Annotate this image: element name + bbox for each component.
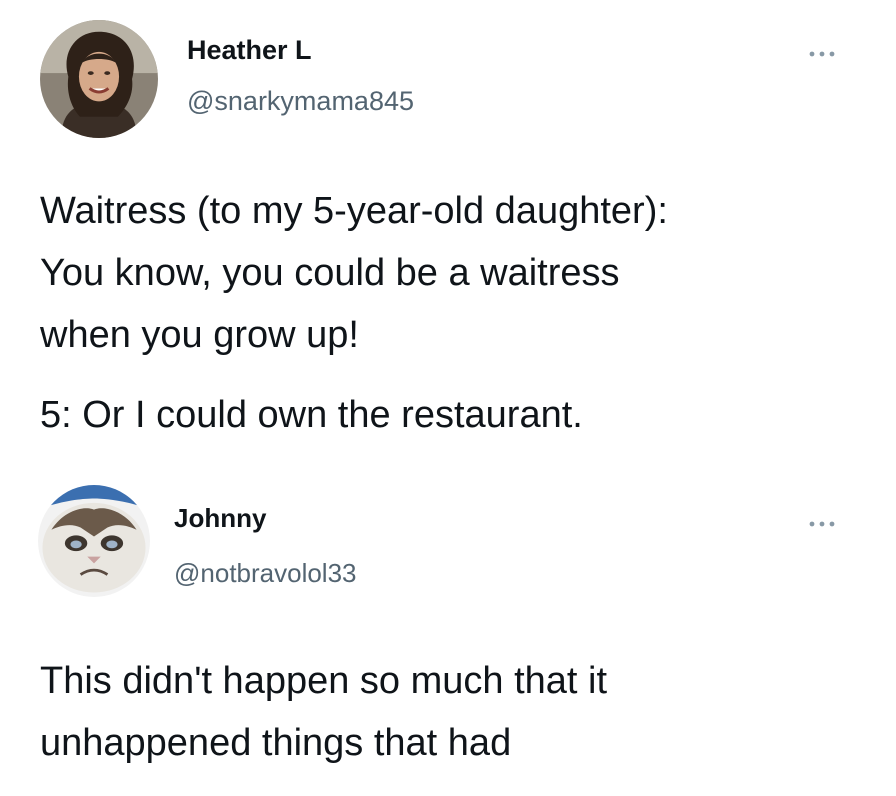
display-name[interactable]: Johnny	[174, 503, 266, 534]
tweet-text-line: when you grow up!	[40, 314, 359, 356]
avatar-photo	[38, 485, 150, 597]
ellipsis-icon	[809, 521, 835, 527]
tweet-text-line: You know, you could be a waitress	[40, 252, 620, 294]
tweet-text-line: Waitress (to my 5-year-old daughter):	[40, 190, 668, 232]
more-options-button[interactable]	[804, 44, 840, 64]
tweet-text-line: This didn't happen so much that it	[40, 660, 608, 702]
tweet-heather[interactable]: Heather L @snarkymama845 Waitress (to my…	[0, 0, 896, 470]
ellipsis-icon	[809, 51, 835, 57]
user-handle[interactable]: @notbravolol33	[174, 558, 357, 589]
tweet-text-line: unhappened things that had	[40, 722, 512, 764]
avatar[interactable]	[40, 20, 158, 138]
user-handle[interactable]: @snarkymama845	[187, 86, 414, 117]
avatar-photo	[40, 20, 158, 138]
avatar[interactable]	[38, 485, 150, 597]
tweet-text-line: 5: Or I could own the restaurant.	[40, 394, 583, 436]
display-name[interactable]: Heather L	[187, 35, 312, 66]
tweet-johnny[interactable]: Johnny @notbravolol33 This didn't happen…	[0, 470, 896, 796]
more-options-button[interactable]	[804, 514, 840, 534]
